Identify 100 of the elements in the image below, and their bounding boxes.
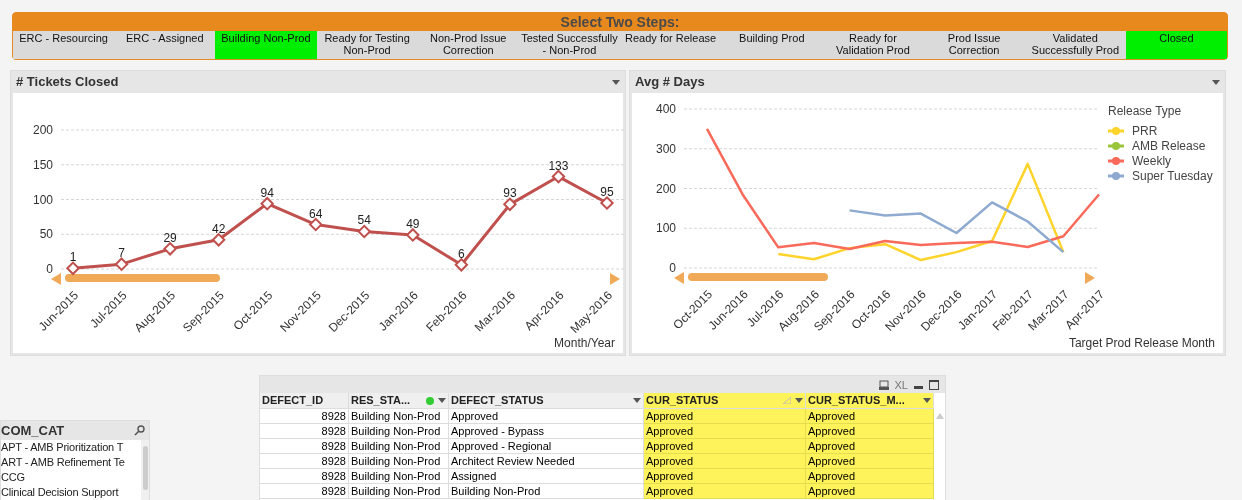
table-cell: Building Non-Prod — [349, 469, 449, 484]
dropdown-caret-icon[interactable] — [1212, 79, 1220, 85]
data-point-marker — [308, 217, 323, 232]
table-cell: Approved — [806, 484, 934, 499]
step-option[interactable]: Ready for Testing Non-Prod — [316, 31, 418, 59]
search-icon[interactable] — [134, 425, 145, 436]
table-cell: Approved - Bypass — [449, 424, 644, 439]
data-label: 1 — [69, 250, 77, 265]
step-option[interactable]: Validated Successfully Prod — [1024, 31, 1126, 59]
column-header[interactable]: DEFECT_STATUS — [449, 393, 644, 409]
x-axis-title: Month/Year — [554, 336, 615, 350]
table-cell: Approved — [806, 409, 934, 424]
step-option[interactable]: Ready for Validation Prod — [822, 31, 924, 59]
table-cell: 8928 — [260, 484, 349, 499]
step-option[interactable]: Prod Issue Correction — [923, 31, 1025, 59]
chart-title: Avg # Days — [635, 73, 705, 92]
column-header[interactable]: CUR_STATUS_M... — [806, 393, 934, 409]
column-header[interactable]: DEFECT_ID — [260, 393, 349, 409]
data-label: 95 — [600, 185, 614, 199]
step-option[interactable]: ERC - Resourcing — [13, 31, 115, 59]
step-option[interactable]: ERC - Assigned — [114, 31, 216, 59]
data-label: 7 — [118, 246, 125, 261]
x-axis-title: Target Prod Release Month — [1068, 336, 1215, 350]
table-cell: Approved — [644, 409, 806, 424]
table-cell: Approved — [644, 484, 806, 499]
table-cell: Approved — [806, 454, 934, 469]
y-tick-label: 0 — [46, 262, 53, 276]
step-option[interactable]: Building Prod — [721, 31, 823, 59]
table-cell: Building Non-Prod — [449, 484, 644, 499]
legend-label: Weekly — [1132, 154, 1172, 168]
column-label: RES_STA... — [351, 393, 412, 409]
y-tick-label: 100 — [32, 192, 53, 207]
caret-icon[interactable] — [923, 398, 931, 403]
column-label: CUR_STATUS — [646, 393, 720, 409]
data-point-marker — [260, 196, 275, 211]
data-label: 42 — [211, 221, 226, 236]
table-cell: Building Non-Prod — [349, 454, 449, 469]
column-header[interactable]: RES_STA... — [349, 393, 449, 409]
dropdown-caret-icon[interactable] — [612, 79, 620, 85]
scrollbar[interactable] — [141, 440, 149, 500]
legend-title: Release Type — [1108, 104, 1182, 118]
data-point-marker — [405, 227, 420, 242]
data-point-marker — [114, 257, 129, 272]
column-label: CUR_STATUS_M... — [808, 393, 906, 409]
legend-marker-icon — [1108, 172, 1124, 180]
step-option[interactable]: Non-Prod Issue Correction — [417, 31, 519, 59]
data-point-marker — [454, 257, 469, 272]
list-item[interactable]: ART - AMB Refinement Te — [1, 455, 141, 470]
y-tick-label: 0 — [669, 261, 676, 275]
table-cell: Approved — [644, 439, 806, 454]
data-point-marker — [357, 224, 372, 239]
table-cell: Building Non-Prod — [349, 424, 449, 439]
table-cell: Building Non-Prod — [349, 484, 449, 499]
data-label: 29 — [163, 230, 177, 245]
legend-marker-icon — [1108, 142, 1124, 150]
data-point-marker — [551, 169, 566, 184]
table-cell: Approved — [644, 469, 806, 484]
table-cell: Approved — [806, 469, 934, 484]
y-tick-label: 150 — [32, 157, 53, 172]
data-point-marker — [211, 232, 226, 247]
table-cell: Approved - Regional — [449, 439, 644, 454]
legend-label: Super Tuesday — [1132, 169, 1213, 183]
step-option[interactable]: Building Non-Prod — [215, 31, 317, 59]
y-tick-label: 300 — [655, 141, 676, 156]
step-option[interactable]: Closed — [1125, 31, 1228, 59]
scrollbar-thumb[interactable] — [65, 274, 220, 282]
data-label: 64 — [309, 206, 323, 221]
data-point-marker — [502, 197, 517, 212]
table-cell: 8928 — [260, 409, 349, 424]
step-selector-title: Select Two Steps: — [559, 13, 681, 31]
data-label: 49 — [406, 216, 420, 231]
table-cell: Approved — [806, 424, 934, 439]
data-point-marker — [65, 261, 81, 276]
caret-icon[interactable] — [438, 398, 446, 403]
list-item[interactable]: CCG — [1, 470, 141, 485]
column-label: DEFECT_ID — [262, 393, 325, 409]
table-cell: 8928 — [260, 469, 349, 484]
list-item[interactable]: APT - AMB Prioritization T — [1, 440, 141, 455]
step-option[interactable]: Tested Successfully - Non-Prod — [518, 31, 621, 59]
list-box-title: COM_CAT — [1, 421, 65, 440]
table-cell: Building Non-Prod — [349, 439, 449, 454]
chart-title: # Tickets Closed — [16, 73, 119, 92]
data-label: 54 — [357, 213, 371, 228]
step-option[interactable]: Ready for Release — [620, 31, 722, 59]
table-cell: Approved — [449, 409, 644, 424]
scrollbar-thumb[interactable] — [688, 273, 828, 281]
list-item[interactable]: Clinical Decision Support — [1, 485, 141, 500]
caret-icon[interactable] — [633, 398, 641, 403]
data-label: 93 — [503, 186, 517, 201]
table-cell: 8928 — [260, 454, 349, 469]
table-cell: Assigned — [449, 469, 644, 484]
y-tick-label: 50 — [39, 227, 53, 242]
column-header[interactable]: CUR_STATUS — [644, 393, 806, 409]
print-icon[interactable] — [878, 379, 889, 390]
caret-icon[interactable] — [795, 398, 803, 403]
y-tick-label: 200 — [655, 181, 676, 196]
table-cell: Building Non-Prod — [349, 409, 449, 424]
legend-marker-icon — [1108, 157, 1124, 165]
maximize-icon[interactable] — [929, 379, 939, 390]
export-button[interactable]: XL — [894, 378, 908, 391]
